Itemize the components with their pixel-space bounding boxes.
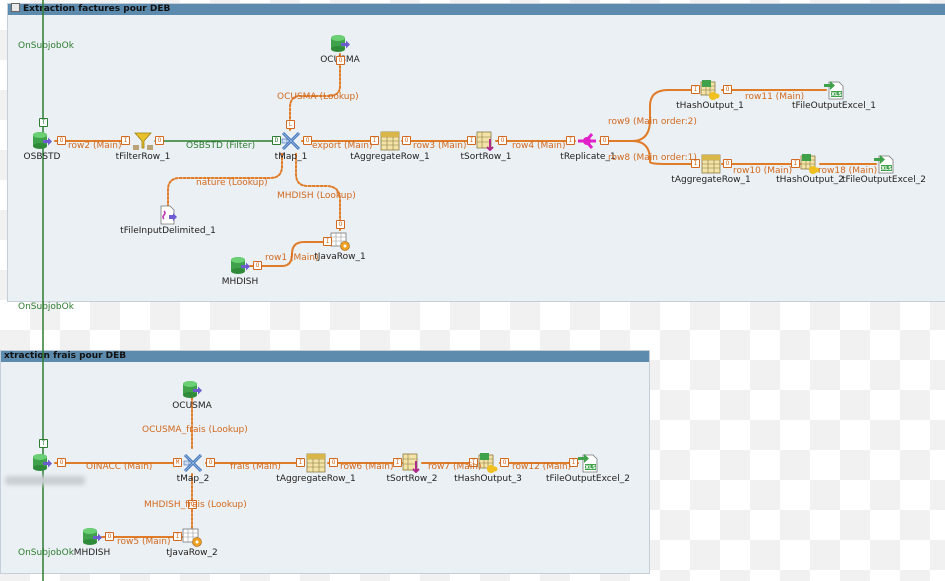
output-port[interactable]: O (723, 159, 732, 168)
link-label[interactable]: row6 (Main) (340, 462, 393, 472)
input-port[interactable]: I (566, 136, 575, 145)
output-port[interactable]: O (253, 261, 262, 270)
input-port[interactable]: I (691, 85, 700, 94)
component-label: tFilterRow_1 (115, 152, 171, 162)
onsubjobok-label[interactable]: OnSubjobOk (18, 302, 74, 312)
input-port[interactable]: I (296, 458, 305, 467)
component-label: OCUSMA (172, 401, 212, 411)
input-port[interactable]: I (173, 532, 182, 541)
sort-icon (402, 453, 422, 473)
link-label[interactable]: nature (Lookup) (196, 178, 268, 188)
link-label[interactable]: row4 (Main) (512, 141, 565, 151)
lookup-port[interactable]: O (336, 220, 345, 229)
output-port[interactable]: O (303, 136, 312, 145)
component-label: tFileOutputExcel_1 (792, 101, 876, 111)
replicate-icon (578, 131, 598, 151)
link-label[interactable]: MHDISH_frais (Lookup) (144, 500, 247, 510)
java-row-icon (330, 231, 350, 251)
map-icon (281, 131, 301, 151)
input-port[interactable]: M (173, 458, 182, 467)
blurred-component-label (5, 476, 85, 485)
link-label[interactable]: OCUSMA (Lookup) (277, 92, 359, 102)
output-port[interactable]: O (155, 136, 164, 145)
input-port[interactable]: I (121, 136, 130, 145)
link-label[interactable]: row8 (Main order:1) (608, 153, 697, 163)
link-label[interactable]: row2 (Main) (68, 141, 121, 151)
trigger-port[interactable]: T (39, 439, 48, 448)
link-label[interactable]: row1 (Main) (265, 253, 318, 263)
output-port[interactable]: O (57, 458, 66, 467)
aggregate-icon (306, 453, 326, 473)
output-port[interactable]: O (600, 136, 609, 145)
input-port[interactable]: I (393, 458, 402, 467)
lookup-port[interactable]: O (336, 56, 345, 65)
trigger-port[interactable]: T (39, 118, 48, 127)
output-port[interactable]: O (402, 136, 411, 145)
hash-output-icon (700, 80, 720, 100)
database-input-icon (230, 256, 250, 276)
input-port[interactable]: D (272, 136, 281, 145)
database-input-icon (82, 527, 102, 547)
output-port[interactable]: O (723, 85, 732, 94)
input-port[interactable]: I (467, 136, 476, 145)
database-input-icon (182, 380, 202, 400)
link-label[interactable]: MHDISH (Lookup) (277, 191, 356, 201)
hash-output-icon (800, 154, 820, 174)
connections-layer (42, 0, 877, 581)
aggregate-icon (380, 131, 400, 151)
filter-icon (133, 131, 153, 151)
link-label[interactable]: row11 (Main) (745, 92, 804, 102)
link-label[interactable]: row7 (Main) (428, 462, 481, 472)
excel-output-icon (824, 80, 844, 100)
file-input-icon (158, 205, 178, 225)
link-label[interactable]: OINACC (Main) (86, 462, 152, 472)
link-label[interactable]: row5 (Main) (117, 537, 170, 547)
component-label: tFileOutputExcel_2 (842, 175, 926, 185)
input-port[interactable]: I (791, 159, 800, 168)
link-label[interactable]: row18 (Main) (818, 166, 877, 176)
database-input-icon (32, 453, 52, 473)
link-label[interactable]: frais (Main) (230, 462, 281, 472)
database-input-icon (330, 34, 350, 54)
component-label: MHDISH (221, 277, 259, 287)
component-label: tJavaRow_2 (166, 548, 218, 558)
link-label[interactable]: row12 (Main) (512, 462, 571, 472)
input-port[interactable]: I (323, 237, 332, 246)
output-port[interactable]: O (57, 136, 66, 145)
sort-icon (476, 131, 496, 151)
map-icon (183, 453, 203, 473)
link-label[interactable]: row3 (Main) (413, 141, 466, 151)
output-port[interactable]: O (500, 458, 509, 467)
component-label: tFileOutputExcel_2 (546, 474, 630, 484)
output-port[interactable]: O (498, 136, 507, 145)
excel-output-icon (578, 453, 598, 473)
aggregate-icon (701, 154, 721, 174)
lookup-port[interactable]: L (286, 120, 295, 129)
output-port[interactable]: O (206, 458, 215, 467)
link-row9 (599, 89, 699, 142)
java-row-icon (182, 527, 202, 547)
link-label[interactable]: row10 (Main) (733, 166, 792, 176)
output-port[interactable]: O (329, 458, 338, 467)
link-label[interactable]: OSBSTD (Filter) (186, 141, 255, 151)
output-port[interactable]: O (105, 532, 114, 541)
link-label[interactable]: OCUSMA_frais (Lookup) (142, 425, 248, 435)
link-label[interactable]: export (Main) (312, 141, 373, 151)
link-label[interactable]: row9 (Main order:2) (608, 117, 697, 127)
onsubjobok-label[interactable]: OnSubjobOk (18, 41, 74, 51)
component-label: tFileInputDelimited_1 (120, 226, 216, 236)
database-input-icon (32, 131, 52, 151)
